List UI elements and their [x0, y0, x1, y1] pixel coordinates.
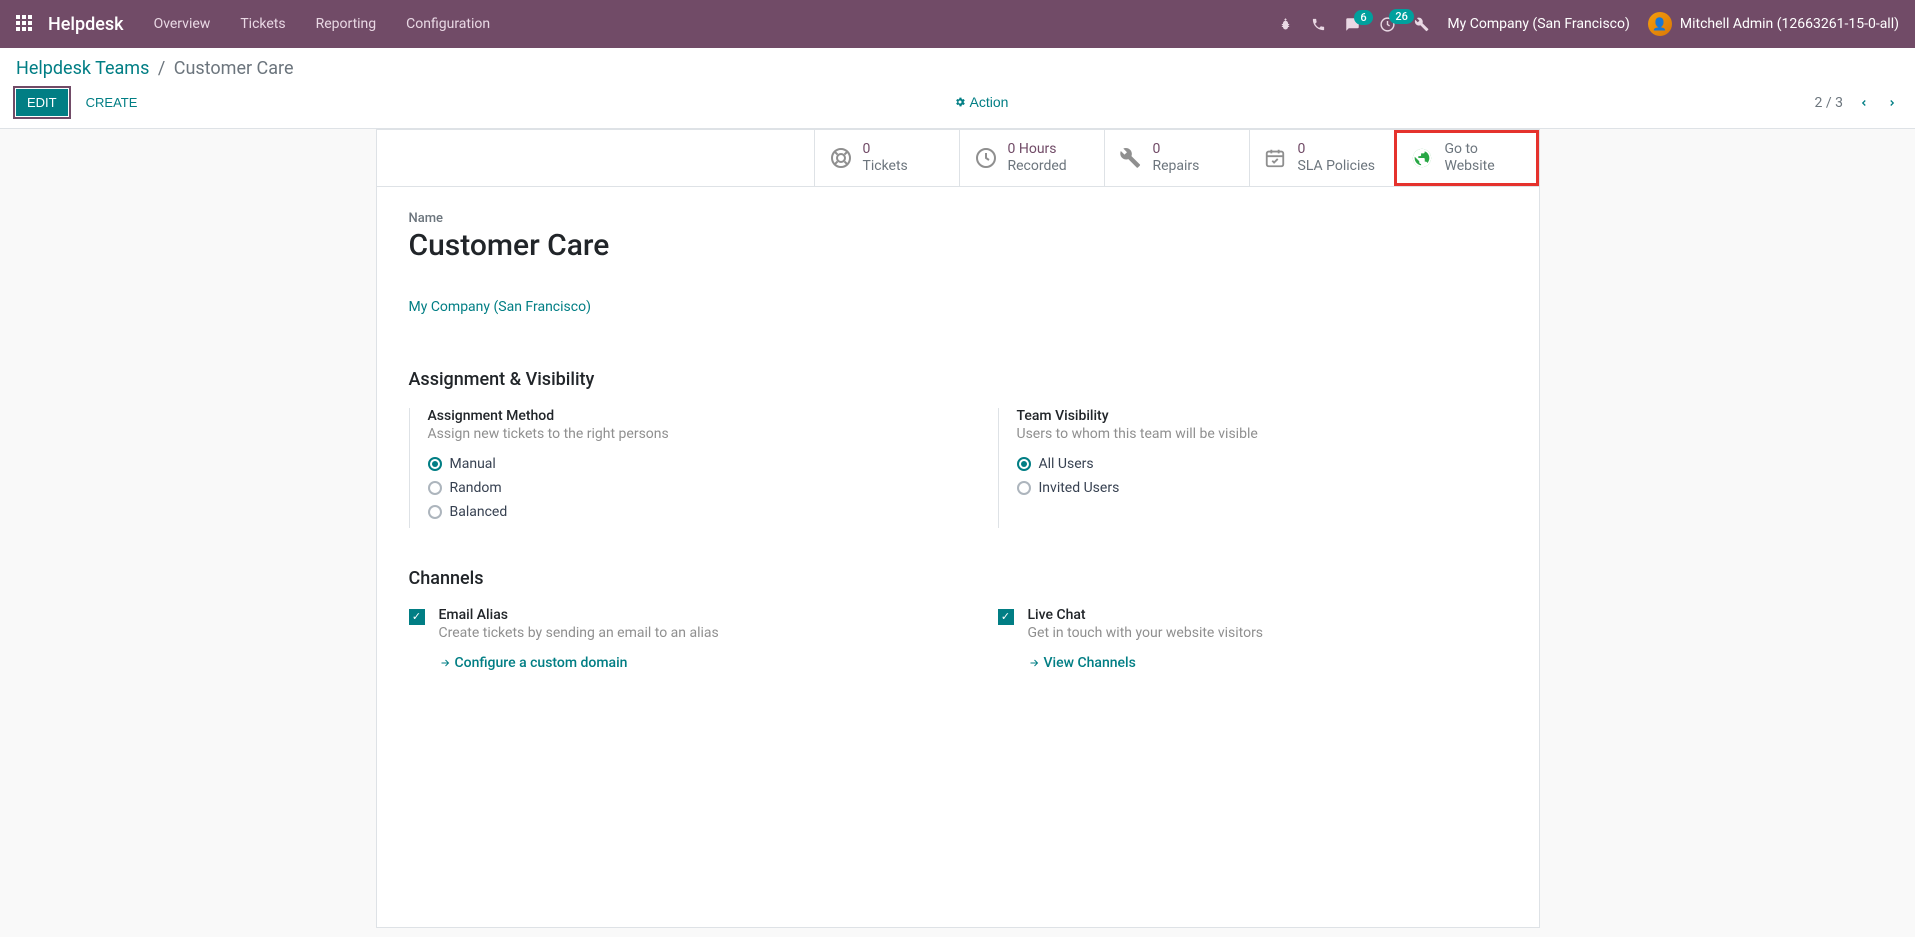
configure-domain-link[interactable]: Configure a custom domain [439, 655, 628, 671]
create-button[interactable]: Create [76, 90, 148, 115]
arrow-right-icon [1028, 657, 1040, 669]
stat-repairs-value: 0 [1153, 141, 1200, 158]
live-chat-desc: Get in touch with your website visitors [1028, 625, 1264, 641]
pager-next[interactable] [1885, 96, 1899, 110]
clock-icon [974, 146, 998, 170]
breadcrumb-current: Customer Care [174, 58, 294, 79]
edit-button[interactable]: Edit [16, 89, 68, 116]
visibility-desc: Users to whom this team will be visible [1017, 426, 1507, 442]
email-alias-desc: Create tickets by sending an email to an… [439, 625, 719, 641]
user-avatar: 👤 [1648, 12, 1672, 36]
wrench-icon[interactable] [1414, 17, 1429, 32]
channel-email-alias: ✓ Email Alias Create tickets by sending … [409, 607, 918, 673]
view-channels-label: View Channels [1044, 655, 1136, 671]
arrow-right-icon [439, 657, 451, 669]
radio-invited-users[interactable]: Invited Users [1017, 480, 1507, 496]
radio-icon [1017, 481, 1031, 495]
stat-hours-label: Recorded [1008, 158, 1067, 175]
navbar-right: 6 26 My Company (San Francisco) 👤 Mitche… [1278, 12, 1899, 36]
lifebuoy-icon [829, 146, 853, 170]
visibility-title: Team Visibility [1017, 408, 1507, 424]
clock-icon[interactable]: 26 [1379, 16, 1396, 33]
stat-website-line2: Website [1445, 158, 1495, 175]
nav-tickets[interactable]: Tickets [240, 16, 285, 32]
stat-go-to-website[interactable]: Go to Website [1394, 130, 1539, 186]
radio-balanced-label: Balanced [450, 504, 508, 520]
stat-tickets-label: Tickets [863, 158, 908, 175]
nav-reporting[interactable]: Reporting [316, 16, 377, 32]
radio-icon [428, 481, 442, 495]
channel-live-chat: ✓ Live Chat Get in touch with your websi… [998, 607, 1507, 673]
name-field-label: Name [409, 211, 1507, 226]
stat-repairs-label: Repairs [1153, 158, 1200, 175]
radio-all-users[interactable]: All Users [1017, 456, 1507, 472]
apps-menu-icon[interactable] [16, 15, 34, 33]
configure-domain-label: Configure a custom domain [455, 655, 628, 671]
nav-links: Overview Tickets Reporting Configuration [154, 16, 491, 32]
view-channels-link[interactable]: View Channels [1028, 655, 1136, 671]
stat-website-line1: Go to [1445, 141, 1495, 158]
chat-icon[interactable]: 6 [1344, 17, 1361, 32]
radio-icon [428, 457, 442, 471]
checkbox-live-chat[interactable]: ✓ [998, 609, 1014, 625]
action-dropdown[interactable]: Action [954, 94, 1009, 110]
pager-text[interactable]: 2 / 3 [1815, 95, 1843, 111]
radio-balanced[interactable]: Balanced [428, 504, 918, 520]
pager-prev[interactable] [1857, 96, 1871, 110]
radio-icon [428, 505, 442, 519]
bug-icon[interactable] [1278, 17, 1293, 32]
nav-configuration[interactable]: Configuration [406, 16, 490, 32]
app-brand[interactable]: Helpdesk [48, 14, 124, 35]
radio-random-label: Random [450, 480, 502, 496]
chat-badge: 6 [1354, 10, 1372, 25]
stat-sla-label: SLA Policies [1298, 158, 1376, 175]
stat-hours-value: 0 Hours [1008, 141, 1067, 158]
user-menu[interactable]: 👤 Mitchell Admin (12663261-15-0-all) [1648, 12, 1899, 36]
radio-manual[interactable]: Manual [428, 456, 918, 472]
stat-hours[interactable]: 0 Hours Recorded [959, 130, 1104, 186]
stat-sla[interactable]: 0 SLA Policies [1249, 130, 1394, 186]
form-sheet: 0 Tickets 0 Hours Recorded 0 [376, 129, 1540, 928]
company-selector[interactable]: My Company (San Francisco) [1447, 16, 1629, 32]
phone-icon[interactable] [1311, 17, 1326, 32]
company-link[interactable]: My Company (San Francisco) [409, 299, 591, 315]
wrench-icon [1119, 147, 1143, 169]
activities-badge: 26 [1389, 9, 1414, 24]
control-panel: Helpdesk Teams / Customer Care Edit Crea… [0, 48, 1915, 129]
top-navbar: Helpdesk Overview Tickets Reporting Conf… [0, 0, 1915, 48]
main-content: 0 Tickets 0 Hours Recorded 0 [0, 129, 1915, 928]
assignment-title: Assignment Method [428, 408, 918, 424]
gear-icon [954, 96, 966, 108]
radio-manual-label: Manual [450, 456, 496, 472]
stat-tickets-value: 0 [863, 141, 908, 158]
live-chat-title: Live Chat [1028, 607, 1264, 623]
radio-random[interactable]: Random [428, 480, 918, 496]
team-visibility-group: Team Visibility Users to whom this team … [998, 408, 1507, 528]
stat-repairs[interactable]: 0 Repairs [1104, 130, 1249, 186]
assignment-method-group: Assignment Method Assign new tickets to … [409, 408, 918, 528]
section-assignment-title: Assignment & Visibility [409, 369, 1507, 390]
calendar-check-icon [1264, 147, 1288, 169]
stat-buttons-row: 0 Tickets 0 Hours Recorded 0 [377, 130, 1539, 187]
email-alias-title: Email Alias [439, 607, 719, 623]
record-name: Customer Care [409, 228, 1507, 263]
radio-icon [1017, 457, 1031, 471]
globe-icon [1411, 147, 1435, 169]
stat-tickets[interactable]: 0 Tickets [814, 130, 959, 186]
checkbox-email-alias[interactable]: ✓ [409, 609, 425, 625]
action-label: Action [970, 94, 1009, 110]
nav-overview[interactable]: Overview [154, 16, 211, 32]
breadcrumb-parent[interactable]: Helpdesk Teams [16, 58, 149, 79]
section-channels-title: Channels [409, 568, 1507, 589]
radio-all-users-label: All Users [1039, 456, 1094, 472]
breadcrumb-separator: / [158, 58, 165, 79]
assignment-desc: Assign new tickets to the right persons [428, 426, 918, 442]
radio-invited-users-label: Invited Users [1039, 480, 1120, 496]
user-name: Mitchell Admin (12663261-15-0-all) [1680, 16, 1899, 32]
breadcrumb: Helpdesk Teams / Customer Care [16, 58, 1899, 79]
stat-sla-value: 0 [1298, 141, 1376, 158]
